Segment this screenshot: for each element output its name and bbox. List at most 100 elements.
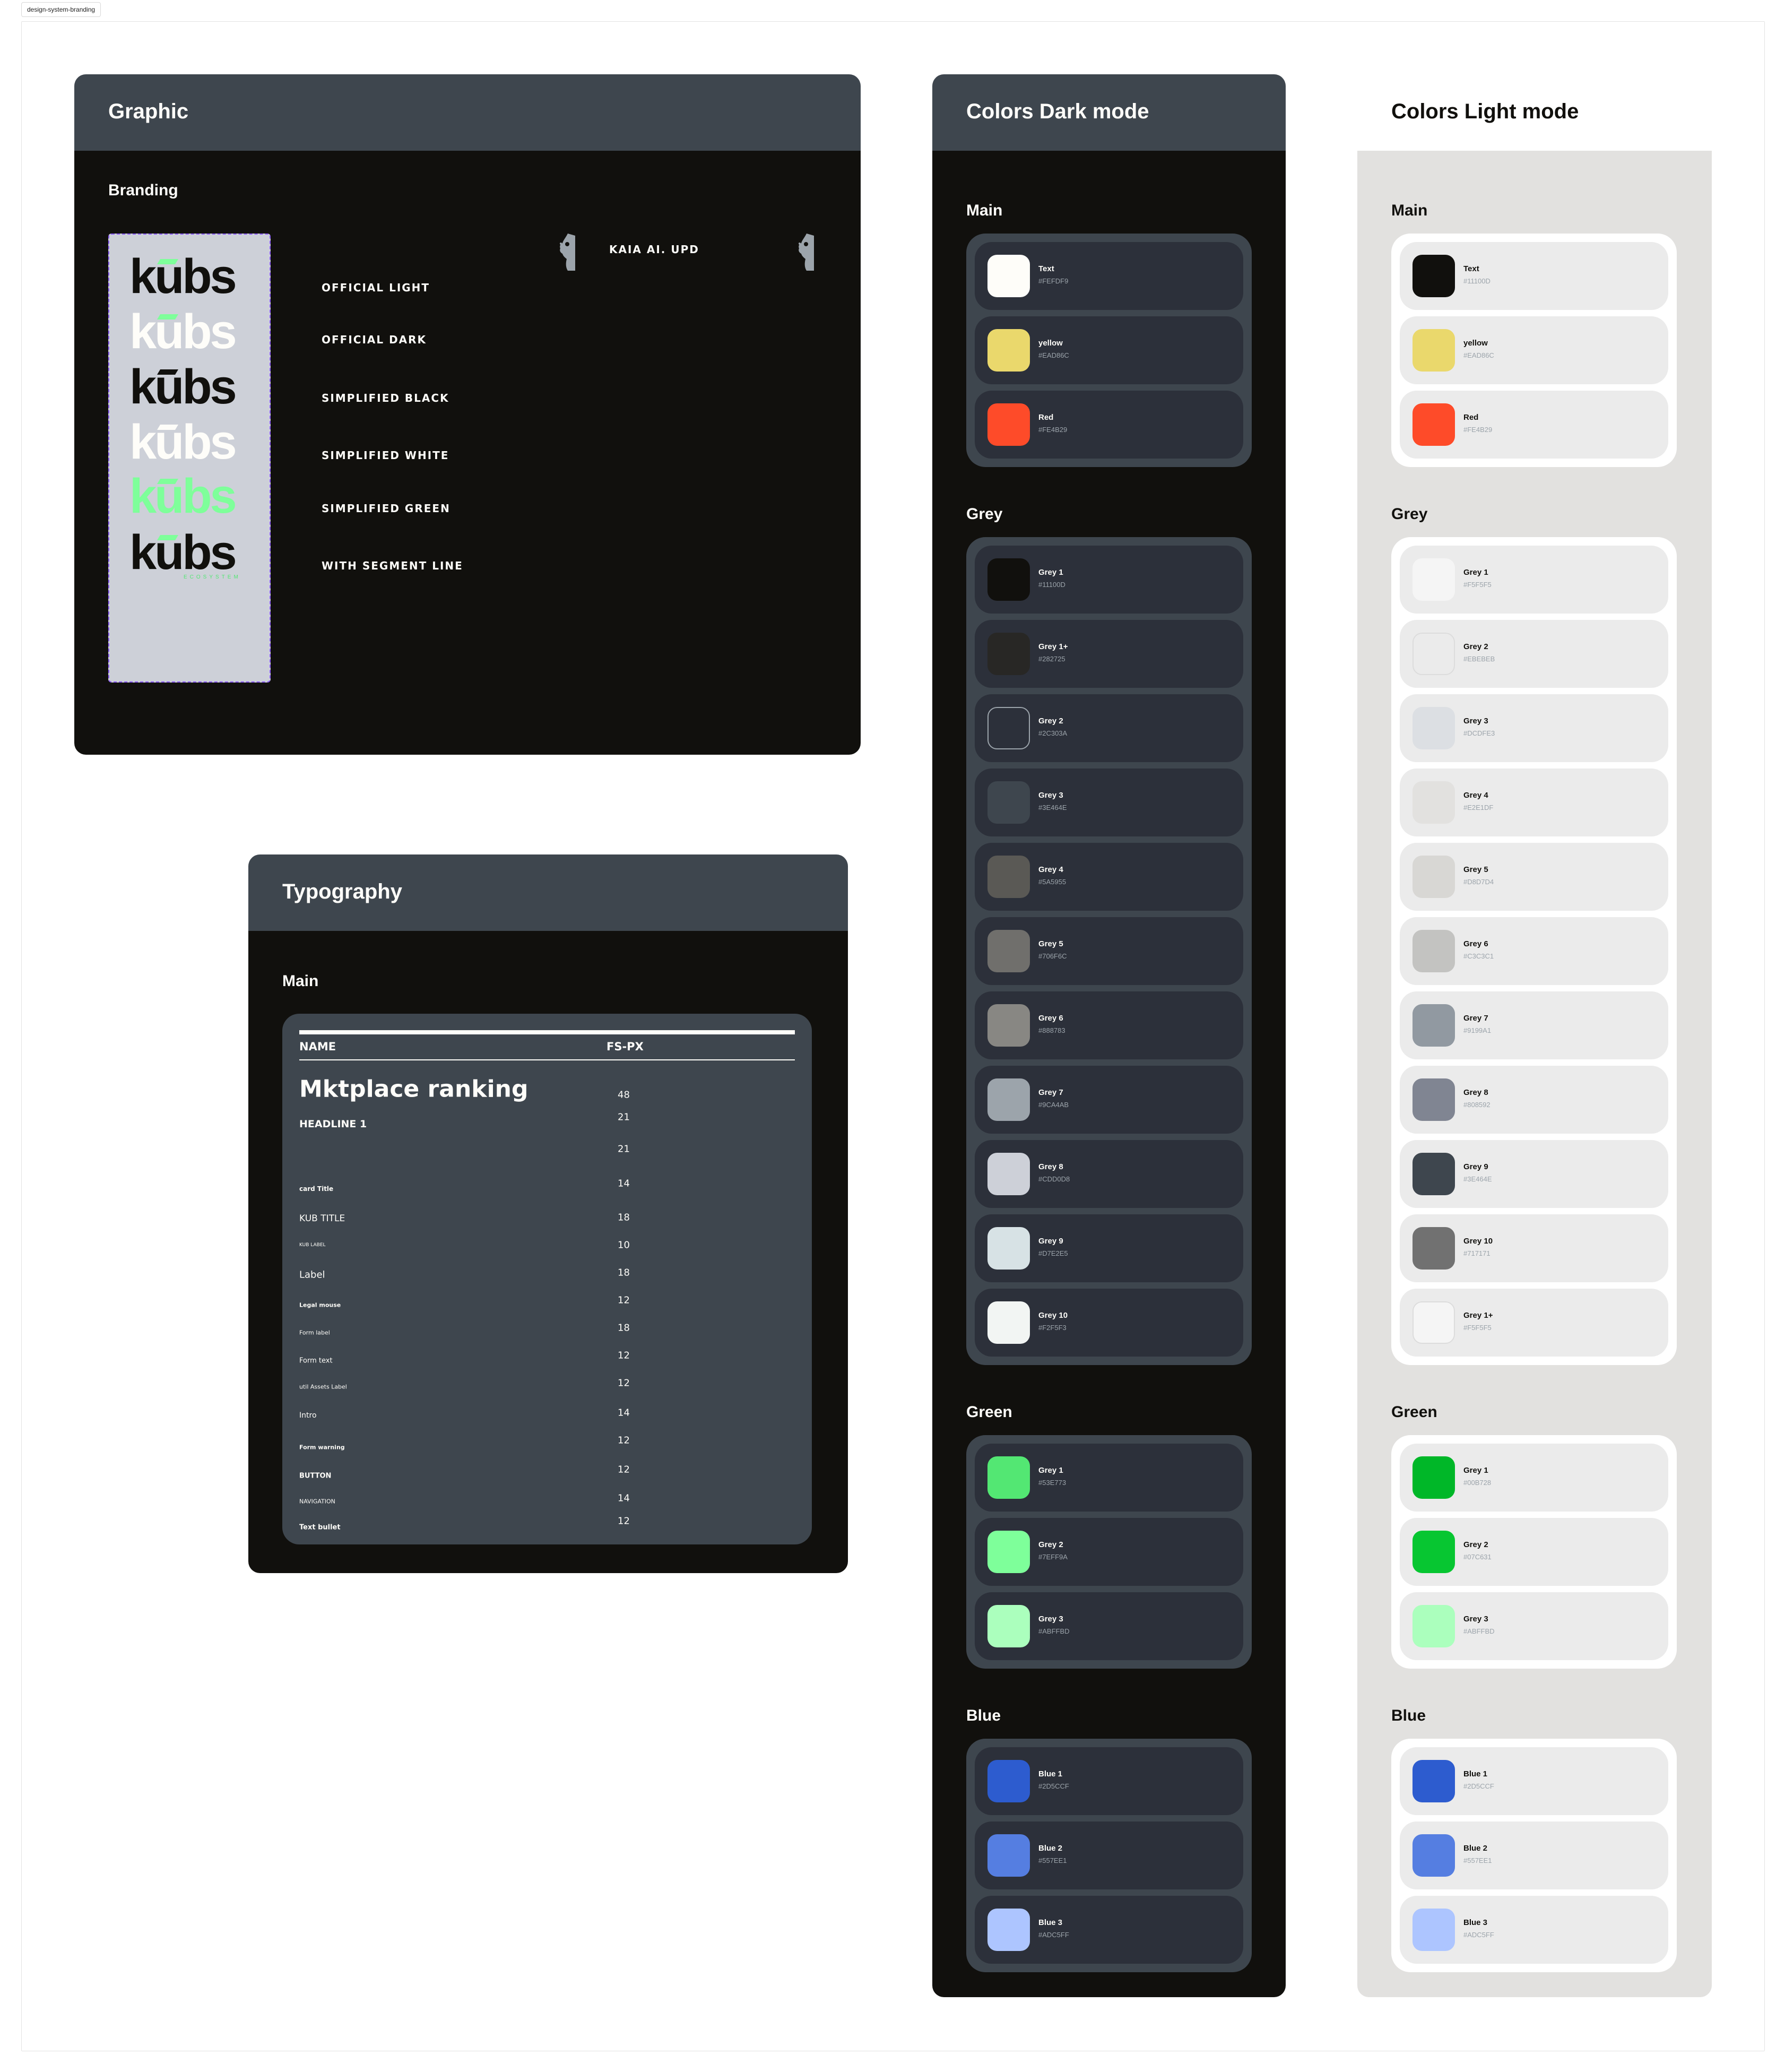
color-swatch-row[interactable]: Blue 3 #ADC5FF: [1400, 1896, 1668, 1964]
color-swatch[interactable]: [1413, 1004, 1455, 1047]
type-sample-size: 14: [618, 1178, 630, 1189]
color-hex: #00B728: [1463, 1479, 1492, 1487]
color-swatch-row[interactable]: Blue 1 #2D5CCF: [1400, 1747, 1668, 1815]
logo-wordmark: kubs: [129, 361, 236, 414]
type-sample-name: KUB TITLE: [299, 1213, 345, 1224]
color-swatch[interactable]: [1413, 255, 1455, 297]
color-swatch[interactable]: [987, 1605, 1030, 1647]
color-swatch-row[interactable]: Text #11100D: [1400, 242, 1668, 310]
color-swatch[interactable]: [1413, 1531, 1455, 1573]
color-swatch[interactable]: [987, 558, 1030, 601]
color-swatch-row[interactable]: Grey 9 #3E464E: [1400, 1140, 1668, 1208]
color-swatch[interactable]: [1413, 781, 1455, 824]
color-swatch-row[interactable]: Grey 5 #D8D7D4: [1400, 843, 1668, 911]
color-swatch-row[interactable]: Grey 3 #3E464E: [975, 769, 1243, 836]
color-swatch-row[interactable]: Grey 8 #CDD0D8: [975, 1140, 1243, 1208]
color-swatch-row[interactable]: Grey 3 #DCDFE3: [1400, 694, 1668, 762]
color-swatch[interactable]: [1413, 1078, 1455, 1121]
color-swatch-row[interactable]: Grey 1 #11100D: [975, 546, 1243, 614]
color-swatch[interactable]: [1413, 558, 1455, 601]
color-swatch[interactable]: [1413, 1301, 1455, 1344]
color-swatch[interactable]: [1413, 1834, 1455, 1877]
color-swatch[interactable]: [987, 707, 1030, 749]
color-swatch-row[interactable]: Grey 1+ #F5F5F5: [1400, 1289, 1668, 1357]
color-swatch-row[interactable]: Grey 5 #706F6C: [975, 917, 1243, 985]
color-swatch-row[interactable]: Grey 4 #E2E1DF: [1400, 769, 1668, 836]
color-swatch[interactable]: [1413, 856, 1455, 898]
color-swatch[interactable]: [987, 1004, 1030, 1047]
color-swatch[interactable]: [987, 1834, 1030, 1877]
color-swatch[interactable]: [987, 1078, 1030, 1121]
table-header-rule: [299, 1059, 795, 1060]
color-swatch[interactable]: [987, 1456, 1030, 1499]
color-swatch-row[interactable]: Blue 2 #557EE1: [975, 1821, 1243, 1889]
logo-panel[interactable]: kubs kubs kubs kubs kubs kubs ECOSYSTEM: [108, 234, 271, 683]
color-swatch-row[interactable]: Grey 3 #ABFFBD: [1400, 1592, 1668, 1660]
color-swatch[interactable]: [1413, 403, 1455, 446]
color-swatch-row[interactable]: yellow #EAD86C: [1400, 316, 1668, 384]
type-sample-name: Legal mouse: [299, 1301, 341, 1309]
color-swatch[interactable]: [987, 781, 1030, 824]
color-swatch-row[interactable]: Grey 4 #5A5955: [975, 843, 1243, 911]
color-swatch-row[interactable]: Red #FE4B29: [1400, 391, 1668, 459]
color-swatch[interactable]: [987, 856, 1030, 898]
color-swatch-row[interactable]: yellow #EAD86C: [975, 316, 1243, 384]
color-swatch[interactable]: [987, 930, 1030, 972]
color-swatch[interactable]: [1413, 633, 1455, 675]
color-swatch-row[interactable]: Grey 1+ #282725: [975, 620, 1243, 688]
color-swatch-row[interactable]: Grey 2 #2C303A: [975, 694, 1243, 762]
color-swatch[interactable]: [987, 1760, 1030, 1802]
kubs-logo: kubs: [129, 251, 238, 304]
color-swatch[interactable]: [987, 1531, 1030, 1573]
type-sample-size: 12: [618, 1515, 630, 1527]
color-swatch[interactable]: [987, 1153, 1030, 1195]
color-swatch-row[interactable]: Grey 2 #07C631: [1400, 1518, 1668, 1586]
card-header: Typography: [248, 854, 848, 931]
logo-variant-label: OFFICIAL DARK: [322, 333, 427, 346]
color-swatch[interactable]: [1413, 329, 1455, 372]
color-swatch-row[interactable]: Grey 2 #EBEBEB: [1400, 620, 1668, 688]
color-swatch-row[interactable]: Grey 10 #F2F5F3: [975, 1289, 1243, 1357]
type-sample-size: 18: [618, 1322, 630, 1334]
color-swatch-row[interactable]: Grey 8 #808592: [1400, 1066, 1668, 1134]
color-swatch-row[interactable]: Text #FEFDF9: [975, 242, 1243, 310]
color-swatch[interactable]: [1413, 1760, 1455, 1802]
color-name: Grey 10: [1038, 1311, 1068, 1320]
color-swatch-row[interactable]: Grey 1 #F5F5F5: [1400, 546, 1668, 614]
color-swatch[interactable]: [987, 633, 1030, 675]
color-swatch-row[interactable]: Grey 9 #D7E2E5: [975, 1214, 1243, 1282]
color-swatch[interactable]: [987, 403, 1030, 446]
type-sample-size: 12: [618, 1350, 630, 1361]
color-swatch[interactable]: [987, 1227, 1030, 1270]
color-swatch-row[interactable]: Blue 2 #557EE1: [1400, 1821, 1668, 1889]
color-swatch-row[interactable]: Grey 1 #00B728: [1400, 1444, 1668, 1512]
color-swatch[interactable]: [1413, 1456, 1455, 1499]
color-swatch-row[interactable]: Grey 10 #717171: [1400, 1214, 1668, 1282]
color-name: Grey 3: [1038, 791, 1063, 800]
color-swatch[interactable]: [1413, 930, 1455, 972]
color-swatch[interactable]: [1413, 1227, 1455, 1270]
color-swatch[interactable]: [1413, 707, 1455, 749]
color-swatch-row[interactable]: Grey 7 #9CA4AB: [975, 1066, 1243, 1134]
card-title: Typography: [282, 880, 402, 903]
color-swatch-row[interactable]: Grey 1 #53E773: [975, 1444, 1243, 1512]
color-swatch[interactable]: [987, 329, 1030, 372]
frame-label[interactable]: design-system-branding: [21, 2, 101, 17]
color-swatch-row[interactable]: Red #FE4B29: [975, 391, 1243, 459]
color-swatch-row[interactable]: Grey 6 #888783: [975, 991, 1243, 1059]
color-swatch-row[interactable]: Grey 2 #7EFF9A: [975, 1518, 1243, 1586]
color-name: Blue 3: [1038, 1918, 1063, 1927]
color-name: Text: [1463, 264, 1479, 273]
logo-variant-label: SIMPLIFIED BLACK: [322, 392, 449, 404]
color-swatch-row[interactable]: Blue 3 #ADC5FF: [975, 1896, 1243, 1964]
color-swatch-row[interactable]: Grey 7 #9199A1: [1400, 991, 1668, 1059]
color-swatch[interactable]: [987, 1909, 1030, 1951]
color-swatch-row[interactable]: Grey 3 #ABFFBD: [975, 1592, 1243, 1660]
color-swatch[interactable]: [1413, 1153, 1455, 1195]
color-swatch[interactable]: [987, 1301, 1030, 1344]
color-swatch-row[interactable]: Grey 6 #C3C3C1: [1400, 917, 1668, 985]
color-swatch[interactable]: [1413, 1605, 1455, 1647]
color-swatch[interactable]: [1413, 1909, 1455, 1951]
color-swatch-row[interactable]: Blue 1 #2D5CCF: [975, 1747, 1243, 1815]
color-swatch[interactable]: [987, 255, 1030, 297]
